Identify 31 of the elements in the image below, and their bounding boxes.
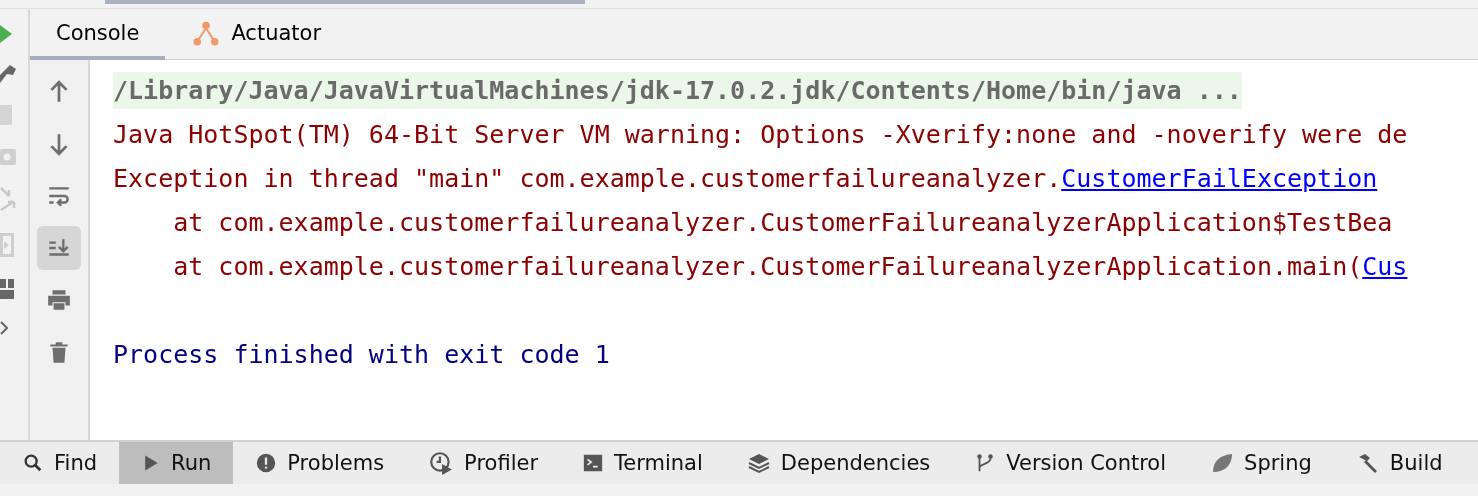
layers-icon <box>746 451 771 475</box>
scrollbar-thumb[interactable] <box>105 0 585 4</box>
search-icon <box>22 452 44 474</box>
tool-window-button[interactable]: Profiler <box>406 442 561 484</box>
tool-window-button[interactable]: Terminal <box>560 442 725 484</box>
leaf-icon <box>1210 451 1235 475</box>
tab[interactable]: Actuator <box>165 9 348 60</box>
tool-window-button[interactable]: Find <box>0 442 120 484</box>
profiler-icon <box>428 450 455 476</box>
wrench-icon <box>0 65 16 83</box>
layout-icon <box>0 279 14 299</box>
tool-window-button[interactable]: Run <box>119 442 234 484</box>
console-link[interactable]: CustomerFailException <box>1061 159 1378 197</box>
toolbar-button[interactable] <box>37 226 81 270</box>
swap-icon <box>0 187 18 211</box>
tool-window-button[interactable]: Build <box>1333 442 1465 484</box>
printer-icon <box>46 287 72 313</box>
tool-window-button[interactable]: Problems <box>233 442 407 484</box>
chevron-right-icon <box>0 321 8 335</box>
tool-window-button[interactable]: Dependencies <box>724 442 953 484</box>
console-line: Exception in thread "main" com.example.customerfailureanalyzer. <box>113 162 1062 195</box>
run-icon <box>0 25 12 43</box>
console-line: at com.example.customerfailureanalyzer.CustomerFailureanalyzerApplication.main( <box>172 250 1363 283</box>
console-line: Java HotSpot(TM) 64-Bit Server VM warning: Options -Xverify:none and -noverify were de <box>113 118 1408 151</box>
alert-icon <box>255 452 278 474</box>
tool-window-button[interactable]: Spring <box>1188 442 1334 484</box>
terminal-icon <box>582 452 605 474</box>
tool-window-button[interactable]: Version Control <box>952 442 1189 484</box>
console-line: at com.example.customerfailureanalyzer.CustomerFailureanalyzerApplication$TestBea <box>172 206 1393 239</box>
console-line: Process finished with exit code 1 <box>113 338 610 371</box>
console-link[interactable]: Cus <box>1362 247 1408 285</box>
